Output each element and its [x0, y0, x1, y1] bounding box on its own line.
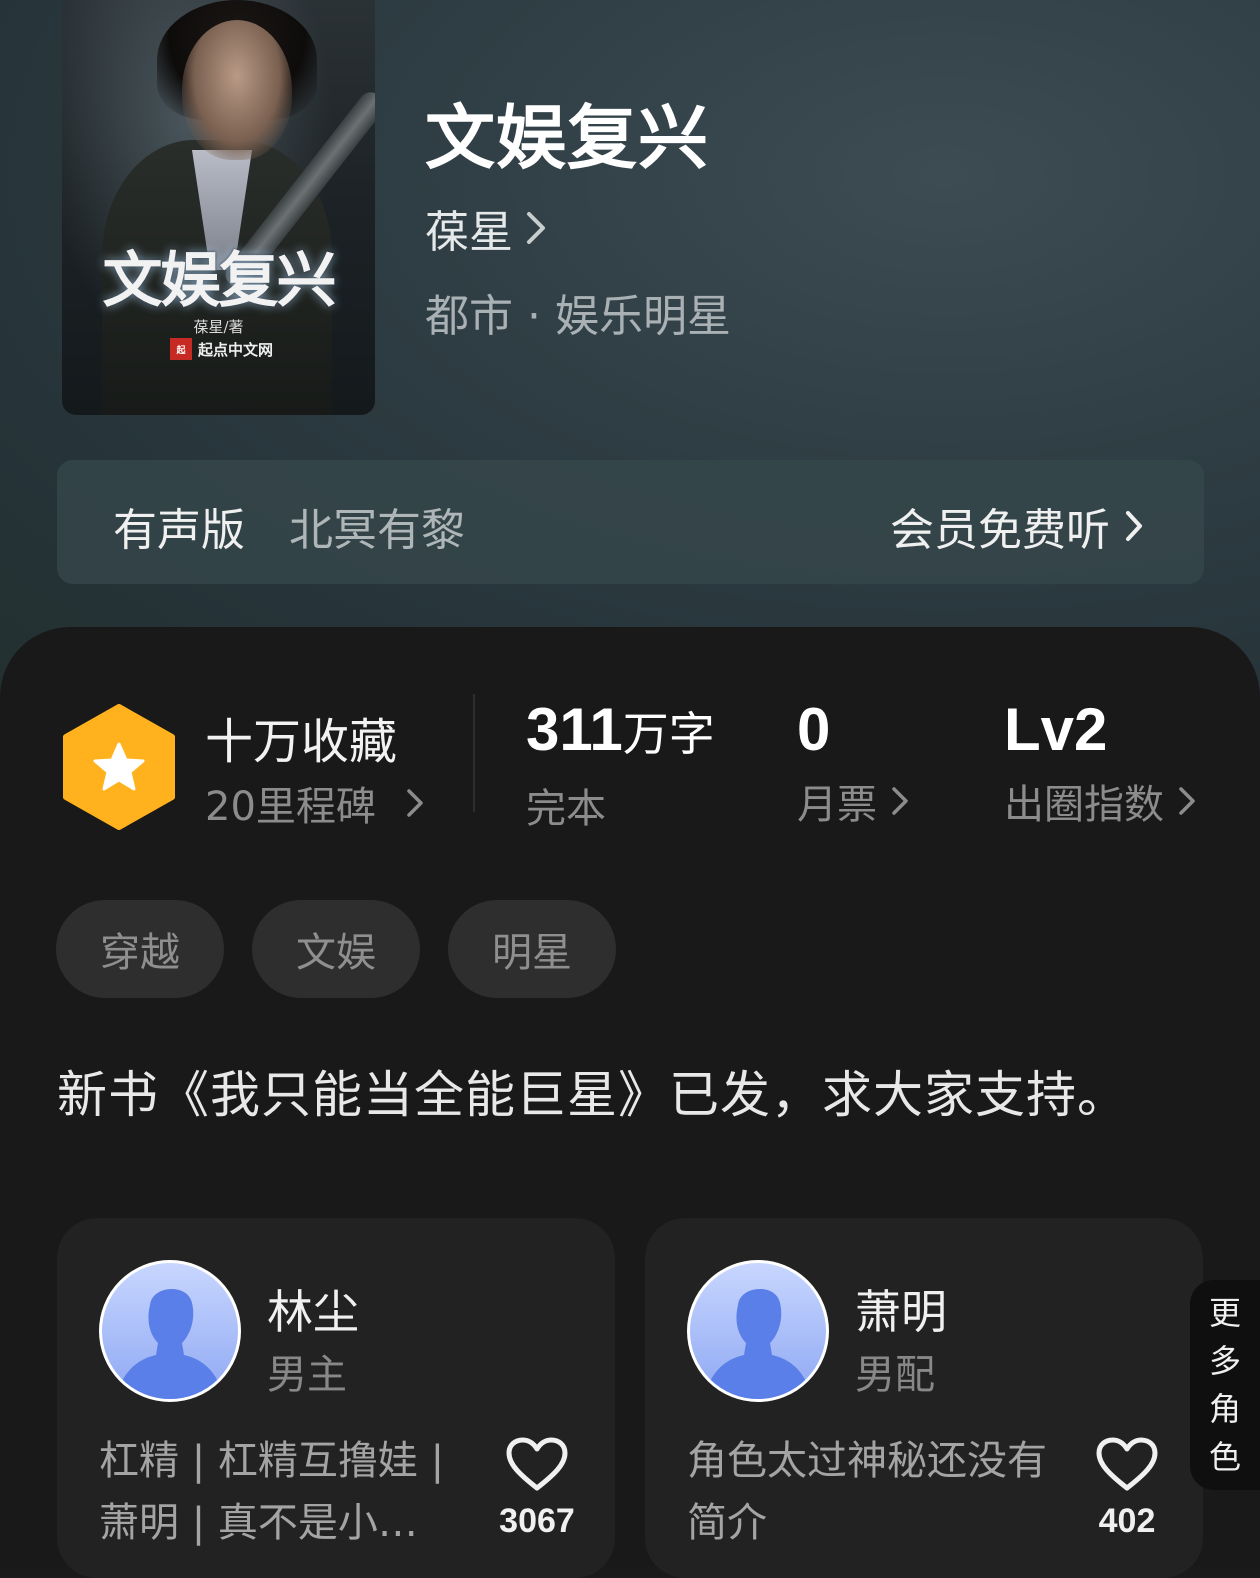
like-count: 402 — [1098, 1502, 1156, 1540]
more-roles-char: 角 — [1208, 1390, 1241, 1428]
male-silhouette-icon — [704, 1288, 812, 1399]
heart-icon — [506, 1437, 568, 1491]
more-roles-char: 色 — [1208, 1438, 1241, 1476]
author-name: 葆星 — [425, 207, 513, 258]
breakout-index-stat[interactable]: Lv2 出圈指数 — [1004, 694, 1196, 830]
star-badge-icon — [63, 704, 175, 830]
cover-author: 葆星/著 — [193, 318, 244, 336]
book-notice: 新书《我只能当全能巨星》已发，求大家支持。 — [57, 1066, 1128, 1124]
like-button[interactable]: 402 — [1067, 1436, 1187, 1541]
avatar — [687, 1260, 829, 1402]
milestone-title[interactable]: 十万收藏 — [205, 702, 397, 772]
author-link[interactable]: 葆星 — [425, 196, 547, 260]
avatar — [99, 1260, 241, 1402]
word-count-value: 311 — [526, 696, 623, 763]
more-roles-char: 多 — [1208, 1342, 1241, 1380]
tag-chip[interactable]: 穿越 — [56, 900, 224, 998]
completion-status: 完本 — [526, 786, 606, 832]
chevron-right-icon — [527, 212, 545, 244]
more-roles-char: 更 — [1208, 1294, 1241, 1332]
character-role: 男配 — [855, 1352, 935, 1398]
character-card[interactable]: 萧明 男配 角色太过神秘还没有简介 402 — [645, 1218, 1203, 1578]
cover-figure-face — [182, 20, 292, 160]
milestone-link[interactable]: 20里程碑 — [205, 774, 424, 832]
cover-publisher: 起 起点中文网 — [170, 338, 273, 360]
stats-divider — [473, 694, 475, 812]
publisher-seal-icon: 起 — [170, 338, 192, 360]
tag-chip[interactable]: 明星 — [448, 900, 616, 998]
like-button[interactable]: 3067 — [477, 1436, 597, 1541]
member-free-listen-button[interactable]: 会员免费听 — [890, 494, 1144, 558]
character-description: 角色太过神秘还没有简介 — [687, 1438, 1047, 1546]
breakout-index-label: 出圈指数 — [1004, 782, 1164, 828]
breakout-index-value: Lv2 — [1004, 696, 1108, 763]
book-cover[interactable]: 文娱复兴 葆星/著 起 起点中文网 — [62, 0, 375, 415]
monthly-ticket-label: 月票 — [797, 782, 877, 828]
word-count-unit: 万字 — [622, 707, 715, 761]
cover-publisher-name: 起点中文网 — [198, 340, 274, 359]
tag-list: 穿越 文娱 明星 — [56, 900, 616, 998]
male-silhouette-icon — [116, 1288, 224, 1399]
character-name: 林尘 — [267, 1285, 359, 1339]
more-characters-button[interactable]: 更 多 角 色 — [1190, 1280, 1260, 1490]
character-name: 萧明 — [855, 1285, 947, 1339]
book-title: 文娱复兴 — [425, 96, 709, 179]
character-card[interactable]: 林尘 男主 杠精 | 杠精互撸娃 | 萧明 | 真不是小… 3067 — [57, 1218, 615, 1578]
monthly-ticket-stat[interactable]: 0 月票 — [797, 694, 909, 830]
audio-label: 有声版 — [113, 505, 245, 556]
audio-narrator: 北冥有黎 — [289, 505, 465, 556]
chevron-right-icon — [1179, 787, 1195, 815]
member-free-listen-label: 会员免费听 — [890, 505, 1110, 556]
book-genre: 都市 · 娱乐明星 — [425, 291, 731, 342]
chevron-right-icon — [892, 787, 908, 815]
tag-chip[interactable]: 文娱 — [252, 900, 420, 998]
monthly-ticket-value: 0 — [797, 696, 831, 763]
cover-title: 文娱复兴 — [102, 246, 337, 316]
milestone-subtitle: 20里程碑 — [205, 784, 376, 830]
like-count: 3067 — [499, 1502, 575, 1540]
chevron-right-icon — [1126, 511, 1142, 541]
audiobook-bar[interactable]: 有声版 北冥有黎 会员免费听 — [57, 460, 1204, 584]
character-role: 男主 — [267, 1352, 347, 1398]
heart-icon — [1096, 1437, 1158, 1491]
word-count-stat: 311万字 完本 — [526, 694, 715, 834]
chevron-right-icon — [407, 789, 423, 817]
character-description: 杠精 | 杠精互撸娃 | 萧明 | 真不是小… — [99, 1438, 445, 1546]
